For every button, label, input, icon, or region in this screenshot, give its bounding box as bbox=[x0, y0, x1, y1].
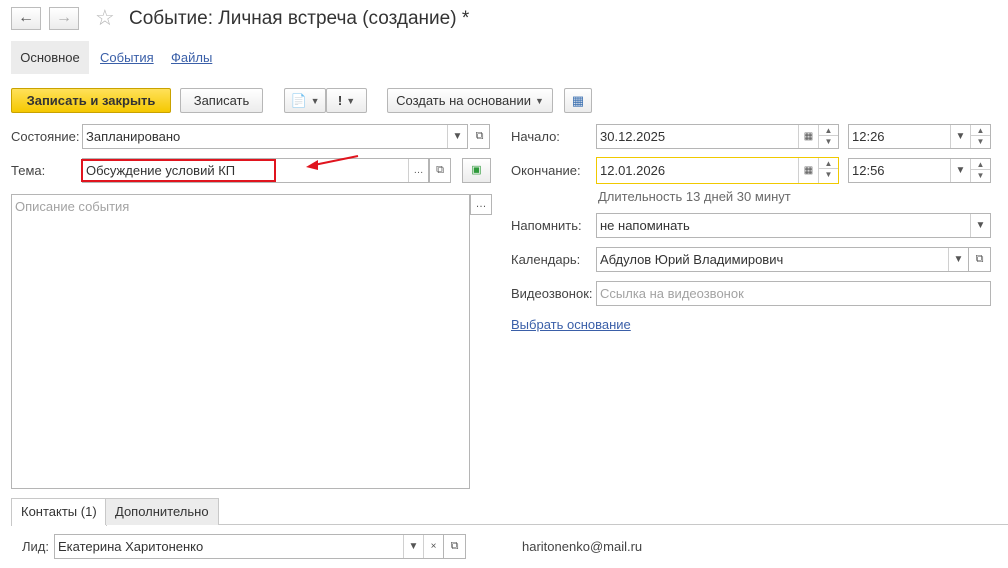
open-window-icon: ⧉ bbox=[436, 164, 444, 176]
arrow-left-icon: ← bbox=[18, 9, 34, 26]
hierarchy-icon: ▦ bbox=[571, 93, 585, 108]
video-label: Видеозвонок: bbox=[511, 286, 593, 301]
calendar-icon[interactable]: ▦ bbox=[798, 125, 818, 148]
structure-button[interactable]: ▦ bbox=[564, 88, 592, 113]
open-window-icon: ⧉ bbox=[450, 540, 459, 552]
favorite-star-icon[interactable]: ☆ bbox=[95, 5, 115, 31]
calendar-value: Абдулов Юрий Владимирович bbox=[600, 252, 784, 267]
open-lead-button[interactable]: ⧉ bbox=[444, 534, 466, 559]
document-menu-button[interactable]: 📄 ▼ bbox=[284, 88, 326, 113]
end-time-field[interactable]: 12:56 ▼ ▲ ▼ bbox=[848, 158, 991, 183]
arrow-right-icon: → bbox=[56, 9, 72, 26]
insert-green-icon: ▣ bbox=[471, 164, 482, 176]
tab-additional[interactable]: Дополнительно bbox=[105, 498, 219, 525]
start-date-field[interactable]: 30.12.2025 ▦ ▲ ▼ bbox=[596, 124, 839, 149]
chevron-down-icon[interactable]: ▼ bbox=[819, 169, 838, 180]
more-icon: … bbox=[475, 198, 487, 210]
chevron-up-icon[interactable]: ▲ bbox=[971, 125, 990, 136]
end-date-stepper[interactable]: ▲ ▼ bbox=[818, 158, 838, 183]
document-icon: 📄 bbox=[290, 93, 307, 108]
remind-field[interactable]: не напоминать ▼ bbox=[596, 213, 991, 238]
lead-label: Лид: bbox=[22, 539, 49, 554]
chevron-down-icon: ▼ bbox=[310, 96, 320, 107]
start-date-stepper[interactable]: ▲ ▼ bbox=[818, 125, 838, 148]
create-based-on-label: Создать на основании bbox=[396, 93, 531, 108]
chevron-down-icon[interactable]: ▼ bbox=[403, 535, 423, 558]
description-more-button[interactable]: … bbox=[470, 194, 492, 215]
pick-topic-button[interactable]: ▣ bbox=[462, 158, 491, 183]
chevron-down-icon[interactable]: ▼ bbox=[447, 125, 467, 148]
end-label: Окончание: bbox=[511, 163, 581, 178]
state-field[interactable]: Запланировано ▼ bbox=[82, 124, 468, 149]
lead-value: Екатерина Харитоненко bbox=[58, 539, 204, 554]
start-date-value: 30.12.2025 bbox=[600, 129, 666, 144]
calendar-field[interactable]: Абдулов Юрий Владимирович ▼ bbox=[596, 247, 969, 272]
lead-email: haritonenko@mail.ru bbox=[522, 539, 643, 554]
tab-contacts[interactable]: Контакты (1) bbox=[11, 498, 107, 526]
forward-button[interactable]: → bbox=[49, 7, 79, 30]
remind-label: Напомнить: bbox=[511, 218, 582, 233]
start-time-value: 12:26 bbox=[852, 129, 885, 144]
save-button[interactable]: Записать bbox=[180, 88, 263, 113]
chevron-down-icon[interactable]: ▼ bbox=[950, 125, 970, 148]
open-topic-button[interactable]: ⧉ bbox=[429, 158, 451, 183]
start-time-field[interactable]: 12:26 ▼ ▲ ▼ bbox=[848, 124, 991, 149]
end-time-stepper[interactable]: ▲ ▼ bbox=[970, 159, 990, 182]
open-window-icon: ⧉ bbox=[475, 130, 484, 142]
end-date-value: 12.01.2026 bbox=[600, 163, 666, 178]
chevron-down-icon[interactable]: ▼ bbox=[948, 248, 968, 271]
topic-label: Тема: bbox=[11, 163, 46, 178]
chevron-up-icon[interactable]: ▲ bbox=[819, 158, 838, 169]
annotation-arrow-icon bbox=[306, 155, 359, 170]
chevron-down-icon[interactable]: ▼ bbox=[950, 159, 970, 182]
importance-icon: ! bbox=[337, 93, 343, 108]
chevron-down-icon: ▼ bbox=[346, 96, 356, 107]
chevron-up-icon[interactable]: ▲ bbox=[819, 125, 838, 136]
end-date-field[interactable]: 12.01.2026 ▦ ▲ ▼ bbox=[596, 157, 839, 184]
more-icon[interactable]: … bbox=[408, 159, 428, 182]
chevron-down-icon[interactable]: ▼ bbox=[970, 214, 990, 237]
state-label: Состояние: bbox=[11, 129, 80, 144]
topic-annotation-box bbox=[81, 159, 276, 182]
importance-button[interactable]: ! ▼ bbox=[326, 88, 367, 113]
description-textarea[interactable]: Описание события bbox=[11, 194, 470, 489]
open-calendar-button[interactable]: ⧉ bbox=[969, 247, 991, 272]
calendar-label: Календарь: bbox=[511, 252, 581, 267]
chevron-down-icon[interactable]: ▼ bbox=[971, 170, 990, 181]
remind-value: не напоминать bbox=[600, 218, 690, 233]
calendar-icon[interactable]: ▦ bbox=[798, 158, 818, 183]
chevron-down-icon: ▼ bbox=[534, 96, 544, 107]
duration-text: Длительность 13 дней 30 минут bbox=[598, 189, 791, 204]
open-window-icon: ⧉ bbox=[975, 253, 984, 265]
choose-basis-link[interactable]: Выбрать основание bbox=[511, 316, 631, 334]
page-title: Событие: Личная встреча (создание) * bbox=[129, 8, 470, 29]
video-link-input[interactable]: Ссылка на видеозвонок bbox=[596, 281, 991, 306]
state-value: Запланировано bbox=[86, 129, 181, 144]
lead-field[interactable]: Екатерина Харитоненко ▼ × bbox=[54, 534, 444, 559]
back-button[interactable]: ← bbox=[11, 7, 41, 30]
open-state-button[interactable]: ⧉ bbox=[470, 124, 490, 149]
tab-files[interactable]: Файлы bbox=[171, 41, 212, 74]
start-label: Начало: bbox=[511, 129, 560, 144]
save-and-close-button[interactable]: Записать и закрыть bbox=[11, 88, 171, 113]
end-time-value: 12:56 bbox=[852, 163, 885, 178]
clear-icon[interactable]: × bbox=[423, 535, 443, 558]
tab-events[interactable]: События bbox=[100, 41, 154, 74]
chevron-up-icon[interactable]: ▲ bbox=[971, 159, 990, 170]
chevron-down-icon[interactable]: ▼ bbox=[971, 136, 990, 147]
tab-main[interactable]: Основное bbox=[11, 41, 89, 74]
start-time-stepper[interactable]: ▲ ▼ bbox=[970, 125, 990, 148]
create-based-on-button[interactable]: Создать на основании ▼ bbox=[387, 88, 553, 113]
chevron-down-icon[interactable]: ▼ bbox=[819, 136, 838, 147]
